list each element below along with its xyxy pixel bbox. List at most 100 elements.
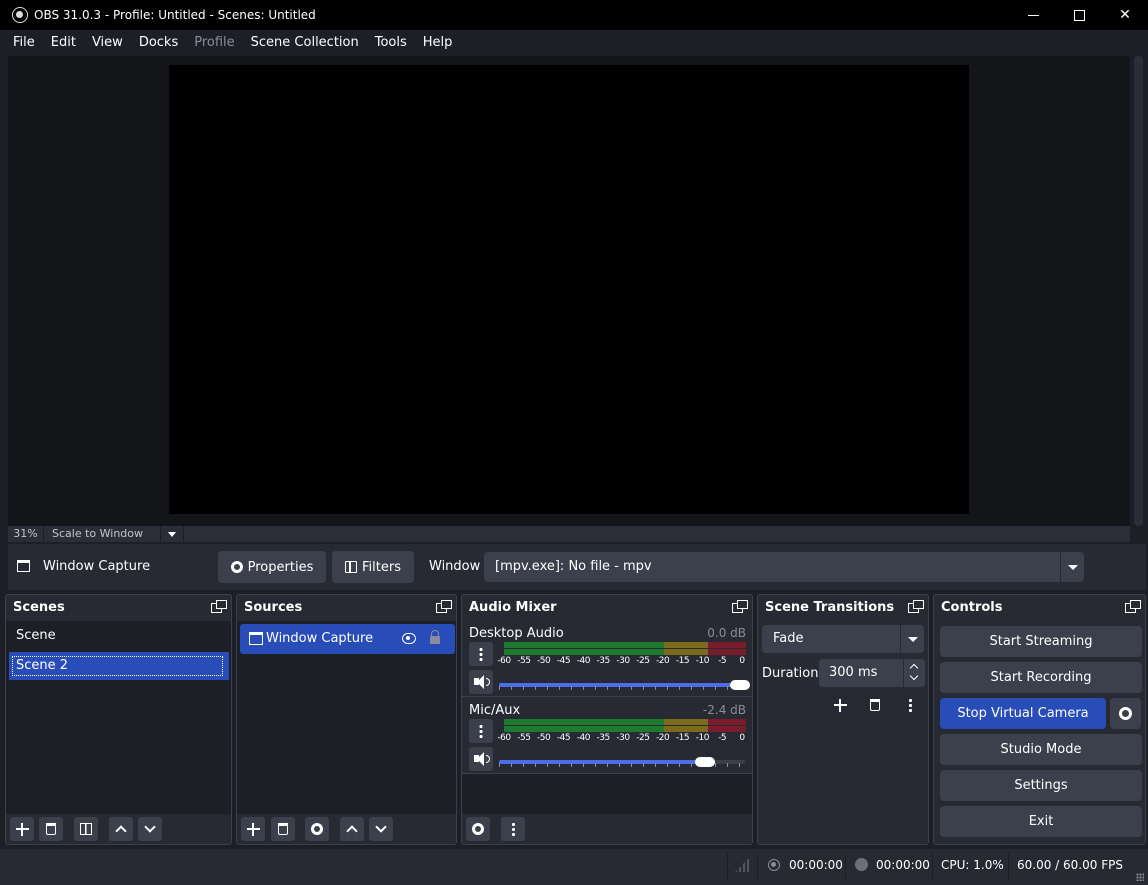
meter-ticks: -60 -55 -50 -45 -40 -35 -30 -25 -20 -15 -10 -5 0 [497,656,750,668]
add-scene-button[interactable] [10,817,34,841]
add-transition-button[interactable] [828,693,852,717]
window-capture-icon [17,560,30,572]
scale-mode[interactable]: Scale to Window [52,526,143,542]
transition-select[interactable]: Fade [762,625,924,653]
properties-button[interactable]: Properties [218,551,326,583]
move-scene-up-button[interactable] [109,817,133,841]
volume-knob[interactable] [694,757,715,767]
meter-tick-label: -20 [656,656,670,666]
duration-spinner[interactable] [903,659,925,687]
menu-edit[interactable]: Edit [43,30,84,56]
menu-docks[interactable]: Docks [131,30,186,56]
menu-help[interactable]: Help [415,30,461,56]
controls-body: Start Streaming Start Recording Stop Vir… [934,621,1145,844]
volume-knob[interactable] [730,680,750,690]
meter-tick-label: -55 [517,656,531,666]
speaker-icon [486,755,490,763]
exit-button[interactable]: Exit [940,806,1142,837]
gear-icon [311,823,323,835]
properties-label: Properties [247,559,314,575]
mute-button[interactable] [469,670,493,694]
remove-source-button[interactable] [271,817,295,841]
move-source-down-button[interactable] [369,817,393,841]
maximize-icon [1073,9,1085,21]
chevron-down-icon [909,671,919,681]
start-streaming-button[interactable]: Start Streaming [940,626,1142,657]
undock-icon[interactable] [211,600,227,614]
meter-tick-label: -10 [695,733,710,743]
undock-icon[interactable] [436,600,452,614]
meter-tick-label: -25 [636,656,650,666]
window-select[interactable]: [mpv.exe]: No file - mpv [484,552,1084,582]
chevron-up-icon [115,825,127,837]
filters-button[interactable]: Filters [332,551,414,583]
gear-icon [1119,707,1132,720]
scrollbar-thumb[interactable] [1134,56,1143,526]
menu-profile[interactable]: Profile [186,30,242,56]
start-recording-button[interactable]: Start Recording [940,662,1142,693]
chevron-down-icon[interactable] [1060,552,1084,582]
duration-input[interactable]: 300 ms [819,659,925,687]
remove-transition-button[interactable] [863,693,887,717]
undock-icon[interactable] [1125,600,1141,614]
meter-tick-label: -15 [675,733,690,743]
scene-item-selected[interactable]: Scene 2 [9,652,229,680]
meter-tick-label: -60 [497,656,511,666]
channel-menu-button[interactable] [469,719,493,743]
studio-mode-button[interactable]: Studio Mode [940,734,1142,765]
undock-icon[interactable] [732,600,748,614]
volume-slider[interactable] [499,680,750,690]
move-scene-down-button[interactable] [138,817,162,841]
context-source-name: Window Capture [43,559,151,574]
scene-transitions-title: Scene Transitions [765,600,895,615]
scene-filters-button[interactable] [74,817,98,841]
menu-tools[interactable]: Tools [367,30,415,56]
meter-tick-label: -35 [596,733,611,743]
mute-button[interactable] [469,747,493,771]
channel-menu-button[interactable] [469,642,493,666]
audio-mixer-title: Audio Mixer [469,600,557,615]
kebab-icon [511,822,515,836]
menu-view[interactable]: View [84,30,131,56]
sources-dock: Sources Window Capture [236,594,457,845]
remove-scene-button[interactable] [39,817,63,841]
menu-file[interactable]: File [5,30,43,56]
stop-virtual-camera-button[interactable]: Stop Virtual Camera [940,698,1106,729]
mixer-menu-button[interactable] [501,817,525,841]
undock-icon[interactable] [908,600,924,614]
meter-tick-label: -45 [556,656,571,666]
audio-mixer-dock: Audio Mixer Desktop Audio 0.0 dB -60 -55-… [461,594,753,845]
volume-slider[interactable] [499,757,745,767]
menu-scene-collection[interactable]: Scene Collection [243,30,367,56]
maximize-button[interactable] [1056,0,1102,30]
transition-menu-button[interactable] [898,693,922,717]
preview-scrollbar[interactable] [1131,56,1146,526]
preview-canvas[interactable] [169,65,969,514]
source-properties-button[interactable] [305,817,329,841]
title-bar: OBS 31.0.3 - Profile: Untitled - Scenes:… [0,0,1148,30]
divider [462,696,752,697]
window-select-value: [mpv.exe]: No file - mpv [495,559,652,574]
move-source-up-button[interactable] [340,817,364,841]
preview-area[interactable] [8,56,1130,526]
add-source-button[interactable] [241,817,265,841]
scene-item[interactable]: Scene [9,622,229,650]
minimize-button[interactable] [1010,0,1056,30]
close-button[interactable]: ✕ [1102,0,1148,30]
meter-tick-label: -5 [718,733,727,743]
scale-mode-dropdown[interactable] [160,526,184,542]
obs-logo-icon [12,7,28,23]
virtual-camera-settings-button[interactable] [1110,698,1141,729]
mixer-empty-area [462,774,752,814]
meter-tick-label: -45 [556,733,571,743]
channel-name: Mic/Aux [469,703,521,718]
settings-button[interactable]: Settings [940,770,1142,801]
advanced-audio-button[interactable] [466,817,490,841]
source-item[interactable]: Window Capture [240,624,455,654]
meter-tick-label: -40 [576,733,591,743]
resize-grip-icon[interactable] [1136,873,1144,881]
visibility-eye-icon[interactable] [402,633,416,644]
chevron-down-icon[interactable] [900,625,924,653]
trash-icon [278,823,288,835]
lock-icon[interactable] [430,630,440,644]
